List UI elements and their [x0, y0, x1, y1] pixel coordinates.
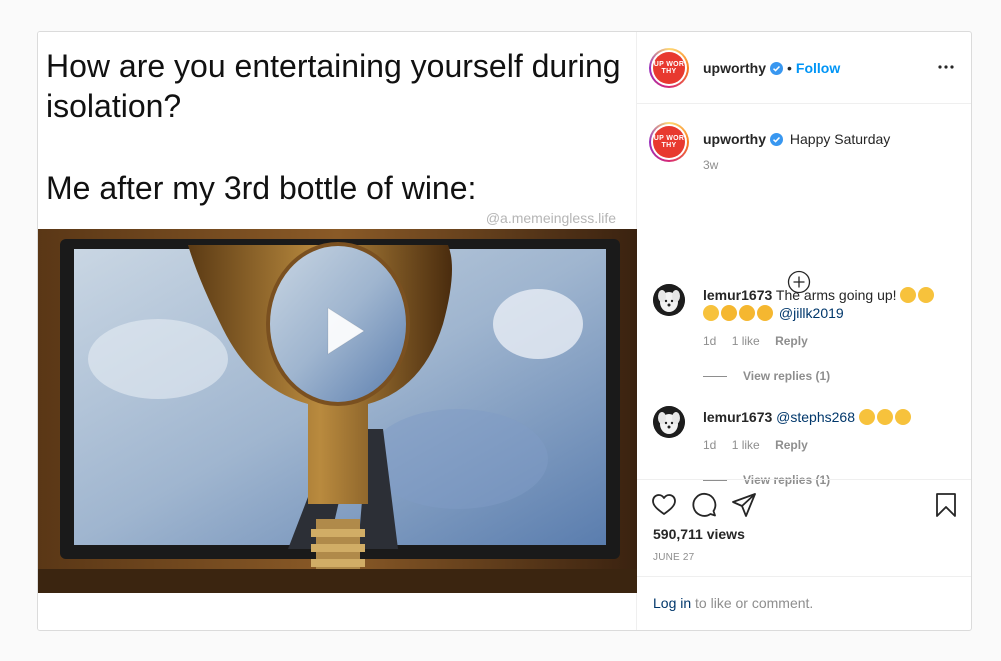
caption-text: Happy Saturday	[789, 131, 891, 147]
action-bar: 590,711 views JUNE 27	[637, 479, 971, 576]
header-user-row: upworthy • Follow	[703, 60, 840, 78]
meme-line-3: Me after my 3rd bottle of wine:	[46, 170, 477, 206]
comment-2-mention[interactable]: @stephs268	[776, 409, 855, 425]
rofl-emoji-icon	[876, 409, 893, 425]
comment-2-likes[interactable]: 1 like	[732, 438, 760, 452]
comment-icon[interactable]	[691, 492, 717, 518]
comment-2-time: 1d	[703, 438, 717, 452]
login-prompt: Log in to like or comment.	[637, 576, 971, 630]
commenter-avatar[interactable]	[653, 406, 685, 438]
rofl-emoji-icon	[894, 409, 911, 425]
username[interactable]: upworthy	[703, 60, 766, 76]
upworthy-logo-small: UP WOR THY	[653, 126, 685, 158]
login-link[interactable]: Log in	[653, 595, 691, 611]
comment-1-view-replies[interactable]: View replies (1)	[703, 369, 830, 383]
rofl-emoji-icon	[918, 287, 935, 303]
caption-avatar[interactable]: UP WOR THY	[649, 122, 689, 162]
post-card: How are you entertaining yourself during…	[37, 31, 972, 631]
comment-1-username[interactable]: lemur1673	[703, 287, 772, 303]
heart-icon[interactable]	[651, 492, 677, 518]
post-sidebar: UP WOR THY upworthy • Follow UP WOR THY up…	[637, 32, 971, 630]
share-icon[interactable]	[731, 492, 757, 518]
rofl-emoji-icon	[703, 305, 719, 321]
comment-1-likes[interactable]: 1 like	[732, 334, 760, 348]
comment-1: lemur1673 The arms going up! @jillk2019 …	[703, 286, 953, 348]
video-still	[38, 229, 637, 593]
comment-2: lemur1673 @stephs268 1d 1 like Reply	[703, 408, 953, 452]
login-text: to like or comment.	[695, 595, 814, 611]
more-options-icon[interactable]	[937, 58, 955, 76]
play-icon[interactable]	[306, 296, 376, 366]
comment-1-text: The arms going up!	[775, 287, 897, 303]
comment-1-time: 1d	[703, 334, 717, 348]
separator-dot: •	[787, 60, 792, 76]
sob-emoji-icon	[739, 305, 755, 321]
bookmark-icon[interactable]	[933, 492, 959, 518]
sob-emoji-icon	[757, 305, 773, 321]
rofl-emoji-icon	[900, 287, 917, 303]
comment-1-mention[interactable]: @jillk2019	[779, 305, 844, 321]
comments-list[interactable]: UP WOR THY upworthy Happy Saturday 3w le…	[637, 104, 971, 487]
avatar[interactable]: UP WOR THY	[649, 48, 689, 88]
comment-2-reply-button[interactable]: Reply	[775, 438, 808, 452]
caption-time: 3w	[703, 158, 719, 172]
commenter-avatar[interactable]	[653, 284, 685, 316]
caption-username[interactable]: upworthy	[703, 131, 766, 147]
sob-emoji-icon	[721, 305, 737, 321]
comment-1-reply-button[interactable]: Reply	[775, 334, 808, 348]
meme-line-1: How are you entertaining yourself during	[46, 48, 621, 84]
video-frame[interactable]	[38, 229, 637, 593]
views-count[interactable]: 590,711 views	[653, 526, 745, 542]
follow-button[interactable]: Follow	[796, 60, 840, 76]
post-date: JUNE 27	[653, 552, 695, 563]
meme-caption: How are you entertaining yourself during…	[46, 46, 636, 208]
caption-body: upworthy Happy Saturday 3w	[703, 130, 890, 172]
post-media[interactable]: How are you entertaining yourself during…	[38, 32, 637, 630]
rofl-emoji-icon	[858, 409, 875, 425]
verified-badge-icon	[770, 62, 783, 75]
verified-badge-icon	[770, 133, 783, 146]
post-header: UP WOR THY upworthy • Follow	[637, 32, 971, 104]
comment-2-username[interactable]: lemur1673	[703, 409, 772, 425]
watermark: @a.memeingless.life	[485, 210, 616, 226]
upworthy-logo: UP WOR THY	[653, 52, 685, 84]
view-replies-label: View replies (1)	[743, 369, 831, 383]
meme-line-2: isolation?	[46, 88, 182, 124]
